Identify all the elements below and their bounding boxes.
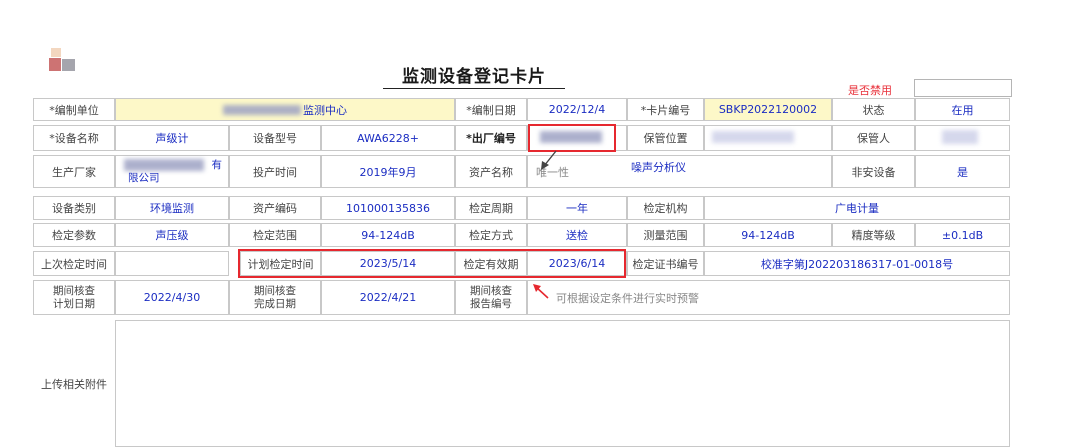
serial-number-label: *出厂编号 [455,125,527,151]
redaction-mask [712,131,794,143]
status-label: 状态 [832,98,915,121]
device-name-label: *设备名称 [33,125,115,151]
non-safety-field[interactable]: 是 [915,155,1010,188]
range-label: 检定范围 [229,223,321,247]
valid-period-field[interactable]: 2023/6/14 [527,251,627,276]
period-done-field[interactable]: 2022/4/21 [321,280,455,315]
keeper-label: 保管人 [832,125,915,151]
category-label: 设备类别 [33,196,115,220]
report-number-field[interactable]: 可根据设定条件进行实时预警 [527,280,1010,315]
unit-label: *编制单位 [33,98,115,121]
category-field[interactable]: 环境监测 [115,196,229,220]
compile-date-field[interactable]: 2022/12/4 [527,98,627,121]
asset-name-value: 噪声分析仪 [631,160,686,174]
accuracy-label: 精度等级 [832,223,915,247]
attachment-upload-area[interactable] [115,320,1010,447]
last-check-field[interactable] [115,251,229,276]
param-label: 检定参数 [33,223,115,247]
asset-code-label: 资产编码 [229,196,321,220]
method-field[interactable]: 送检 [527,223,627,247]
redaction-mask [540,131,602,143]
asset-name-field[interactable]: 唯一性 噪声分析仪 [527,155,832,188]
plan-check-label: 计划检定时间 [240,251,321,276]
card-number-label: *卡片编号 [627,98,704,121]
asset-name-label: 资产名称 [455,155,527,188]
redaction-mask [124,159,204,171]
cert-number-field[interactable]: 校准字第J202203186317-01-0018号 [704,251,1010,276]
status-field[interactable]: 在用 [915,98,1010,121]
period-done-label: 期间核查完成日期 [229,280,321,315]
app-logo-icon [47,46,77,76]
cert-number-label: 检定证书编号 [627,251,704,276]
device-name-field[interactable]: 声级计 [115,125,229,151]
unique-label: 唯一性 [536,165,569,179]
maker-value-line1: 有 [211,158,223,171]
card-number-field[interactable]: SBKP2022120002 [704,98,832,121]
org-field[interactable]: 广电计量 [704,196,1010,220]
redaction-mask [223,104,301,115]
disable-input[interactable] [914,79,1012,97]
cycle-field[interactable]: 一年 [527,196,627,220]
attachment-label: 上传相关附件 [33,320,115,447]
org-label: 检定机构 [627,196,704,220]
unit-value: 监测中心 [303,103,347,117]
measure-range-label: 测量范围 [627,223,704,247]
unit-field[interactable]: 监测中心 [115,98,455,121]
disable-label: 是否禁用 [848,84,892,97]
page-title: 监测设备登记卡片 [383,62,565,89]
accuracy-field[interactable]: ±0.1dB [915,223,1010,247]
start-time-label: 投产时间 [229,155,321,188]
device-model-field[interactable]: AWA6228+ [321,125,455,151]
compile-date-label: *编制日期 [455,98,527,121]
redaction-mask [942,130,978,144]
period-plan-label: 期间核查计划日期 [33,280,115,315]
measure-range-field[interactable]: 94-124dB [704,223,832,247]
maker-value-line2: 限公司 [128,171,160,184]
last-check-label: 上次检定时间 [33,251,115,276]
plan-check-field[interactable]: 2023/5/14 [321,251,455,276]
warning-hint: 可根据设定条件进行实时预警 [556,291,699,305]
location-label: 保管位置 [627,125,704,151]
cycle-label: 检定周期 [455,196,527,220]
valid-period-label: 检定有效期 [455,251,527,276]
period-plan-field[interactable]: 2022/4/30 [115,280,229,315]
method-label: 检定方式 [455,223,527,247]
range-field[interactable]: 94-124dB [321,223,455,247]
report-number-label: 期间核查报告编号 [455,280,527,315]
non-safety-label: 非安设备 [832,155,915,188]
device-model-label: 设备型号 [229,125,321,151]
start-time-field[interactable]: 2019年9月 [321,155,455,188]
asset-code-field[interactable]: 101000135836 [321,196,455,220]
maker-label: 生产厂家 [33,155,115,188]
param-field[interactable]: 声压级 [115,223,229,247]
